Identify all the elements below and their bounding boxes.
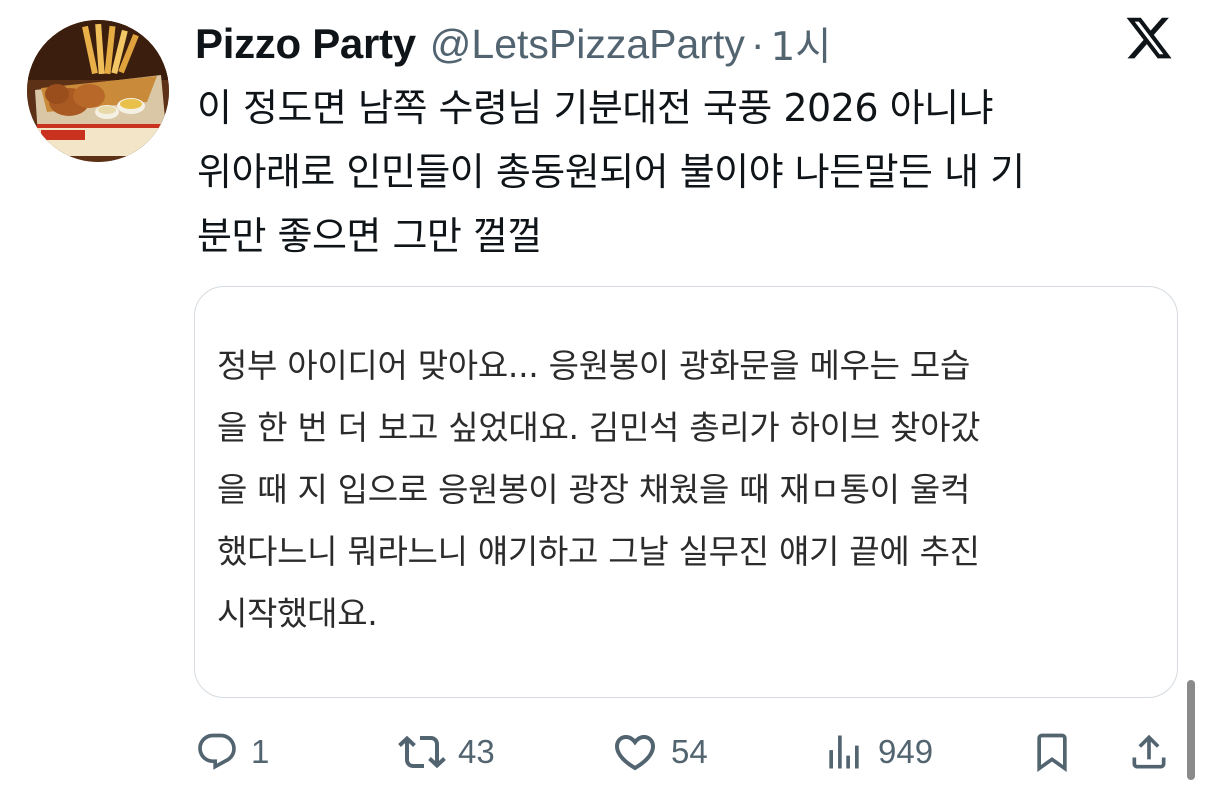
share-button[interactable] — [1127, 722, 1171, 782]
views-icon — [829, 735, 859, 769]
x-logo-icon[interactable] — [1124, 13, 1174, 63]
quoted-line: 시작했대요. — [217, 594, 378, 633]
heart-icon — [614, 735, 656, 771]
bookmark-button[interactable] — [1030, 722, 1074, 782]
quoted-line: 정부 아이디어 맞아요... 응원봉이 광화문을 메우는 모습 — [217, 346, 971, 385]
reply-button[interactable]: 1 — [195, 722, 269, 782]
bookmark-icon — [1037, 733, 1067, 773]
quoted-image-card[interactable]: 정부 아이디어 맞아요... 응원봉이 광화문을 메우는 모습 을 한 번 더 … — [194, 286, 1178, 698]
like-count: 54 — [671, 733, 708, 770]
author-display-name[interactable]: Pizzo Party — [195, 20, 416, 68]
retweet-button[interactable]: 43 — [398, 722, 495, 782]
separator-dot: · — [750, 20, 765, 67]
tweet-line: 위아래로 인민들이 총동원되어 불이야 나든말든 내 기 — [197, 150, 1025, 194]
tweet-header: Pizzo Party @LetsPizzaParty · 1시 — [195, 14, 831, 74]
like-button[interactable]: 54 — [611, 722, 708, 782]
quoted-line: 했다느니 뭐라느니 얘기하고 그날 실무진 얘기 끝에 추진 — [217, 532, 980, 571]
scrollbar-thumb[interactable] — [1187, 680, 1195, 780]
author-handle[interactable]: @LetsPizzaParty — [430, 21, 745, 68]
reply-count: 1 — [251, 733, 270, 770]
fried-chicken-basket-icon — [27, 20, 169, 162]
author-avatar[interactable] — [27, 20, 169, 162]
quoted-line: 을 때 지 입으로 응원봉이 광장 채웠을 때 재ㅁ통이 울컥 — [217, 470, 971, 509]
share-icon — [1132, 734, 1166, 769]
retweet-icon — [398, 735, 446, 769]
retweet-count: 43 — [458, 733, 495, 770]
reply-icon — [198, 733, 236, 770]
quoted-line: 을 한 번 더 보고 싶었대요. 김민석 총리가 하이브 찾아갔 — [217, 408, 981, 447]
tweet-line: 이 정도면 남쪽 수령님 기분대전 국풍 2026 아니냐 — [197, 86, 994, 130]
quoted-text: 정부 아이디어 맞아요... 응원봉이 광화문을 메우는 모습 을 한 번 더 … — [217, 335, 981, 645]
tweet-line: 분만 좋으면 그만 껄껄 — [197, 214, 542, 258]
tweet-action-bar: 1 43 54 949 — [0, 722, 1206, 782]
views-count: 949 — [878, 733, 934, 770]
tweet-body: 이 정도면 남쪽 수령님 기분대전 국풍 2026 아니냐 위아래로 인민들이 … — [197, 76, 1177, 268]
tweet-timestamp[interactable]: 1시 — [771, 16, 832, 72]
views-button[interactable]: 949 — [822, 722, 933, 782]
